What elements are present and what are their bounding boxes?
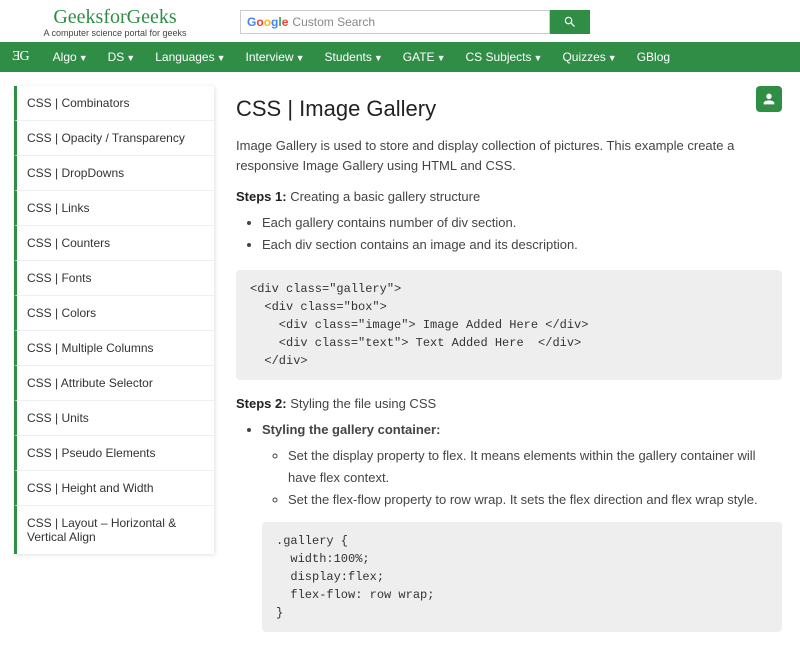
nav-item-ds[interactable]: DS▼ xyxy=(98,50,146,64)
nav-brand-icon[interactable]: ƎG xyxy=(6,49,43,65)
styling-head: Styling the gallery container: Set the d… xyxy=(262,419,782,631)
article-intro: Image Gallery is used to store and displ… xyxy=(236,136,782,175)
nav-item-gate[interactable]: GATE▼ xyxy=(393,50,456,64)
user-icon xyxy=(761,91,777,107)
step1-bullets: Each gallery contains number of div sect… xyxy=(262,212,782,256)
nav-item-interview[interactable]: Interview▼ xyxy=(236,50,315,64)
bullet: Each gallery contains number of div sect… xyxy=(262,212,782,234)
sidebar-item[interactable]: CSS | Layout – Horizontal & Vertical Ali… xyxy=(14,506,214,554)
sidebar-item[interactable]: CSS | Colors xyxy=(14,296,214,331)
step2-bullets: Set the display property to flex. It mea… xyxy=(288,445,782,511)
nav-item-quizzes[interactable]: Quizzes▼ xyxy=(552,50,626,64)
sidebar-item[interactable]: CSS | Units xyxy=(14,401,214,436)
bullet: Set the display property to flex. It mea… xyxy=(288,445,782,489)
search-input[interactable]: Google Custom Search xyxy=(240,10,550,34)
nav-item-languages[interactable]: Languages▼ xyxy=(145,50,235,64)
profile-button[interactable] xyxy=(756,86,782,112)
step2-line: Steps 2: Styling the file using CSS xyxy=(236,396,782,411)
search-placeholder: Custom Search xyxy=(292,15,375,29)
sidebar-item[interactable]: CSS | Multiple Columns xyxy=(14,331,214,366)
sidebar-item[interactable]: CSS | Opacity / Transparency xyxy=(14,121,214,156)
step1-line: Steps 1: Creating a basic gallery struct… xyxy=(236,189,782,204)
bullet: Set the flex-flow property to row wrap. … xyxy=(288,489,782,511)
article-title: CSS | Image Gallery xyxy=(236,96,782,122)
sidebar-item[interactable]: CSS | DropDowns xyxy=(14,156,214,191)
sidebar-item[interactable]: CSS | Height and Width xyxy=(14,471,214,506)
nav-item-students[interactable]: Students▼ xyxy=(314,50,392,64)
search-icon xyxy=(563,15,577,29)
search-button[interactable] xyxy=(550,10,590,34)
header: GeeksforGeeks A computer science portal … xyxy=(0,0,800,42)
sidebar-item[interactable]: CSS | Counters xyxy=(14,226,214,261)
bullet: Each div section contains an image and i… xyxy=(262,234,782,256)
search-wrap: Google Custom Search xyxy=(240,10,590,34)
article-main: CSS | Image Gallery Image Gallery is use… xyxy=(214,86,800,648)
sidebar-item[interactable]: CSS | Combinators xyxy=(14,86,214,121)
sidebar-item[interactable]: CSS | Links xyxy=(14,191,214,226)
site-tagline: A computer science portal for geeks xyxy=(10,28,220,38)
content: CSS | Combinators CSS | Opacity / Transp… xyxy=(0,72,800,648)
sidebar-item[interactable]: CSS | Pseudo Elements xyxy=(14,436,214,471)
google-logo-text: Google xyxy=(247,15,288,29)
code-block-1: <div class="gallery"> <div class="box"> … xyxy=(236,270,782,380)
nav-item-algo[interactable]: Algo▼ xyxy=(43,50,98,64)
navbar: ƎG Algo▼ DS▼ Languages▼ Interview▼ Stude… xyxy=(0,42,800,72)
site-logo: GeeksforGeeks xyxy=(10,6,220,29)
sidebar-item[interactable]: CSS | Fonts xyxy=(14,261,214,296)
logo-block[interactable]: GeeksforGeeks A computer science portal … xyxy=(10,6,220,38)
sidebar-item[interactable]: CSS | Attribute Selector xyxy=(14,366,214,401)
nav-item-gblog[interactable]: GBlog xyxy=(627,50,680,64)
nav-item-cs-subjects[interactable]: CS Subjects▼ xyxy=(455,50,552,64)
code-block-2: .gallery { width:100%; display:flex; fle… xyxy=(262,522,782,632)
sidebar: CSS | Combinators CSS | Opacity / Transp… xyxy=(14,86,214,554)
step2-outer: Styling the gallery container: Set the d… xyxy=(262,419,782,631)
